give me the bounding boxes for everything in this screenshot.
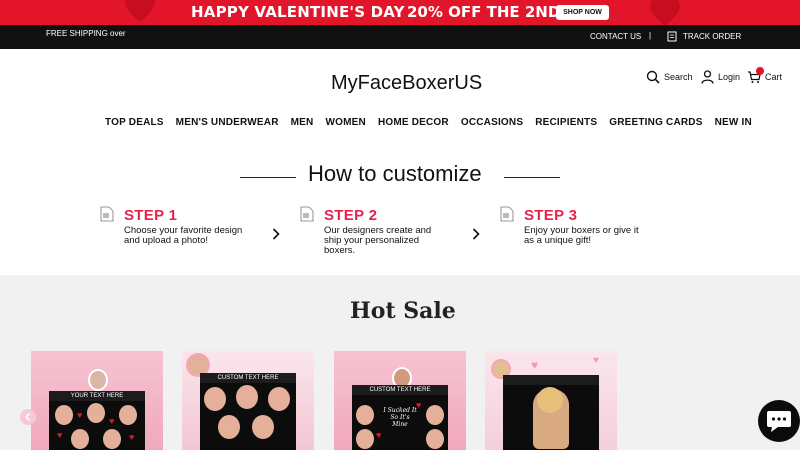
- step-description: Enjoy your boxers or give it as a unique…: [524, 225, 639, 246]
- search-icon: [646, 70, 660, 84]
- promo-banner[interactable]: HAPPY VALENTINE'S DAY 20% OFF THE 2ND SH…: [0, 0, 800, 25]
- product-face-photo: [88, 369, 108, 391]
- face-print: [426, 405, 444, 425]
- title-divider-left: [240, 177, 296, 178]
- heart-decoration-icon: ♥: [531, 358, 539, 372]
- chevron-right-icon: [472, 228, 480, 240]
- heart-decoration-icon: ♥: [593, 355, 599, 366]
- separator: |: [649, 31, 652, 40]
- heart-decoration-icon: [645, 0, 685, 25]
- title-divider-right: [504, 177, 560, 178]
- chevron-left-icon: [24, 412, 31, 422]
- search-button[interactable]: Search: [646, 70, 693, 84]
- step-description: Choose your favorite design and upload a…: [124, 225, 243, 246]
- face-print: [356, 405, 374, 425]
- step-title: STEP 3: [524, 207, 578, 224]
- chevron-right-icon: [272, 228, 280, 240]
- waistband-text: CUSTOM TEXT HERE: [200, 373, 296, 383]
- nav-item-new-in[interactable]: NEW IN: [715, 117, 752, 128]
- face-print: [218, 415, 240, 439]
- carousel-prev-button[interactable]: [20, 409, 36, 425]
- face-print: [103, 429, 121, 449]
- waistband-text: YOUR TEXT HERE: [49, 391, 145, 401]
- face-print: [356, 429, 374, 449]
- main-nav: TOP DEALS MEN'S UNDERWEAR MEN WOMEN HOME…: [105, 117, 764, 128]
- nav-item-men[interactable]: MEN: [291, 117, 314, 128]
- contact-us-link[interactable]: CONTACT US: [590, 32, 641, 41]
- cart-count-badge: [756, 67, 764, 75]
- document-icon: [300, 206, 314, 222]
- how-to-customize-title: How to customize: [308, 161, 482, 186]
- promo-offer: 20% OFF THE 2ND: [407, 3, 561, 21]
- nav-item-home-decor[interactable]: HOME DECOR: [378, 117, 449, 128]
- step-description: Our designers create and ship your perso…: [324, 225, 432, 256]
- face-print: [87, 403, 105, 423]
- heart-decoration-icon: [120, 0, 160, 25]
- heart-print-icon: ♥: [57, 430, 63, 440]
- login-button[interactable]: Login: [701, 70, 740, 84]
- nav-item-women[interactable]: WOMEN: [325, 117, 365, 128]
- heart-print-icon: ♥: [129, 432, 135, 442]
- nav-item-greeting-cards[interactable]: GREETING CARDS: [609, 117, 702, 128]
- face-print: [204, 387, 226, 411]
- heart-print-icon: ♥: [109, 416, 115, 426]
- user-icon: [701, 70, 714, 84]
- document-icon: [100, 206, 114, 222]
- track-order-link[interactable]: TRACK ORDER: [683, 32, 741, 41]
- track-icon: [667, 31, 677, 42]
- face-print: [55, 405, 73, 425]
- product-image: CUSTOM TEXT HERE: [200, 373, 296, 450]
- face-print: [119, 405, 137, 425]
- face-print: [71, 429, 89, 449]
- waistband-text: CUSTOM TEXT HERE: [352, 385, 448, 395]
- cart-button[interactable]: Cart: [747, 67, 783, 84]
- shop-now-button[interactable]: SHOP NOW: [556, 5, 609, 20]
- chat-button[interactable]: [758, 400, 800, 442]
- login-label: Login: [718, 72, 741, 82]
- face-print: [252, 415, 274, 439]
- product-card[interactable]: CUSTOM TEXT HERE I Sucked It So It's Min…: [334, 351, 466, 450]
- nav-item-occasions[interactable]: OCCASIONS: [461, 117, 523, 128]
- document-icon: [500, 206, 514, 222]
- product-slogan: I Sucked It So It's Mine: [383, 407, 417, 428]
- product-card[interactable]: ♥ ♥: [485, 351, 617, 450]
- face-print: [236, 385, 258, 409]
- heart-print-icon: ♥: [376, 430, 382, 440]
- waistband-text: [503, 375, 599, 385]
- face-print: [426, 429, 444, 449]
- chat-icon: [767, 411, 791, 432]
- cart-label: Cart: [765, 72, 783, 82]
- step-title: STEP 2: [324, 207, 378, 224]
- hot-sale-title: Hot Sale: [350, 298, 456, 324]
- nav-item-recipients[interactable]: RECIPIENTS: [535, 117, 597, 128]
- product-image: YOUR TEXT HERE ♥ ♥ ♥ ♥: [49, 391, 145, 450]
- free-shipping-text: FREE SHIPPING over: [46, 29, 126, 38]
- product-card[interactable]: YOUR TEXT HERE ♥ ♥ ♥ ♥: [31, 351, 163, 450]
- search-label: Search: [664, 72, 693, 82]
- product-image: [503, 375, 599, 450]
- heart-print-icon: ♥: [416, 400, 422, 410]
- brand-logo[interactable]: MyFaceBoxerUS: [331, 72, 482, 95]
- product-card[interactable]: CUSTOM TEXT HERE: [182, 351, 314, 450]
- face-print: [268, 387, 290, 411]
- promo-headline: HAPPY VALENTINE'S DAY: [191, 3, 405, 21]
- nav-item-mens-underwear[interactable]: MEN'S UNDERWEAR: [176, 117, 279, 128]
- heart-print-icon: ♥: [77, 410, 83, 420]
- nav-item-top-deals[interactable]: TOP DEALS: [105, 117, 164, 128]
- caricature-head: [537, 387, 563, 413]
- utility-bar: FREE SHIPPING over CONTACT US | TRACK OR…: [0, 25, 800, 49]
- product-image: CUSTOM TEXT HERE I Sucked It So It's Min…: [352, 385, 448, 450]
- step-title: STEP 1: [124, 207, 178, 224]
